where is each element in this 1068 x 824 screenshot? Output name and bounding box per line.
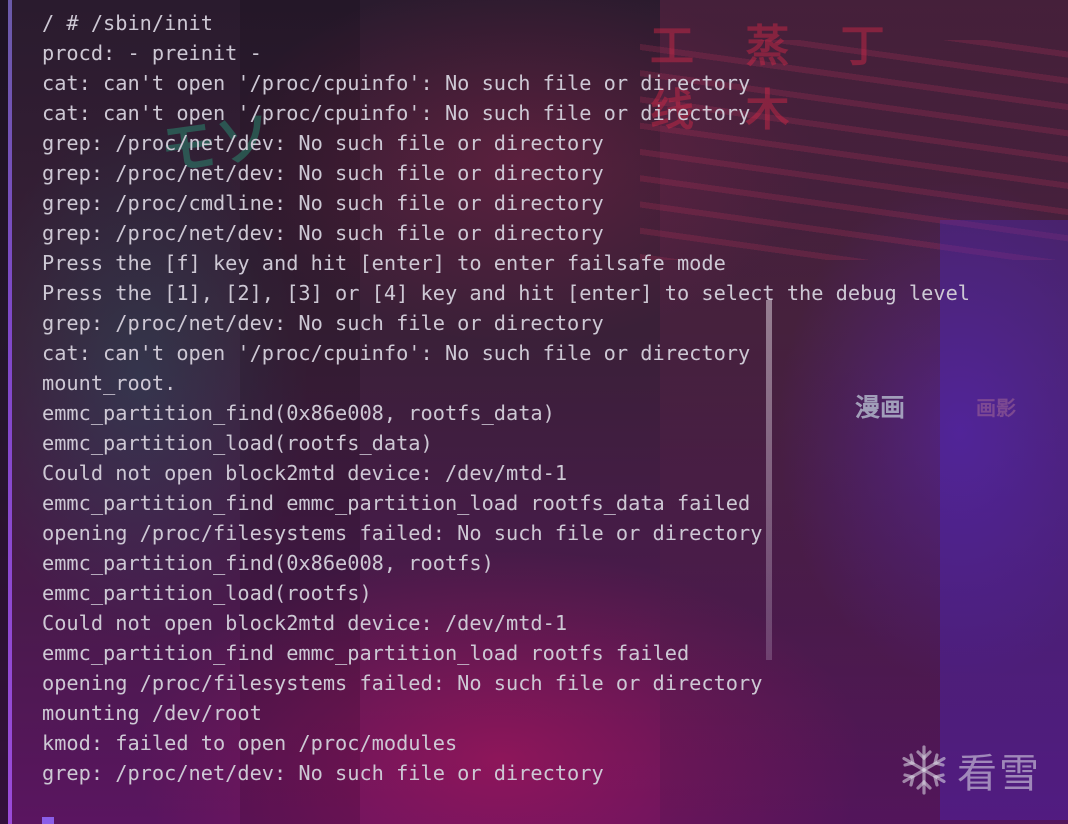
- terminal-line: Press the [1], [2], [3] or [4] key and h…: [42, 281, 970, 305]
- terminal-line: cat: can't open '/proc/cpuinfo': No such…: [42, 71, 751, 95]
- terminal-line: opening /proc/filesystems failed: No suc…: [42, 521, 763, 545]
- terminal-line: emmc_partition_find(0x86e008, rootfs): [42, 551, 494, 575]
- terminal-line: cat: can't open '/proc/cpuinfo': No such…: [42, 341, 751, 365]
- terminal-line: Could not open block2mtd device: /dev/mt…: [42, 461, 568, 485]
- terminal-line: emmc_partition_load(rootfs): [42, 581, 372, 605]
- terminal-output[interactable]: / # /sbin/init procd: - preinit - cat: c…: [0, 0, 1068, 824]
- watermark: 看雪: [897, 742, 1041, 798]
- terminal-line: mount_root.: [42, 371, 177, 395]
- terminal-cursor: [42, 817, 54, 824]
- terminal-line: grep: /proc/net/dev: No such file or dir…: [42, 161, 604, 185]
- terminal-line: emmc_partition_find(0x86e008, rootfs_dat…: [42, 401, 555, 425]
- terminal-line: emmc_partition_find emmc_partition_load …: [42, 491, 751, 515]
- terminal-line: grep: /proc/net/dev: No such file or dir…: [42, 221, 604, 245]
- terminal-line: Could not open block2mtd device: /dev/mt…: [42, 611, 568, 635]
- snowflake-icon: [902, 745, 946, 795]
- terminal-line: grep: /proc/net/dev: No such file or dir…: [42, 311, 604, 335]
- terminal-line: kmod: failed to open /proc/modules: [42, 731, 458, 755]
- terminal-line: Press the [f] key and hit [enter] to ent…: [42, 251, 726, 275]
- terminal-line: grep: /proc/net/dev: No such file or dir…: [42, 761, 604, 785]
- terminal-line: emmc_partition_load(rootfs_data): [42, 431, 433, 455]
- terminal-line: cat: can't open '/proc/cpuinfo': No such…: [42, 101, 751, 125]
- terminal-line: opening /proc/filesystems failed: No suc…: [42, 671, 763, 695]
- terminal-line: grep: /proc/cmdline: No such file or dir…: [42, 191, 604, 215]
- terminal-line: grep: /proc/net/dev: No such file or dir…: [42, 131, 604, 155]
- terminal-line: procd: - preinit -: [42, 41, 262, 65]
- terminal-line: mounting /dev/root: [42, 701, 262, 725]
- terminal-line: emmc_partition_find emmc_partition_load …: [42, 641, 690, 665]
- terminal-line: / # /sbin/init: [42, 11, 213, 35]
- watermark-text: 看雪: [957, 751, 1041, 797]
